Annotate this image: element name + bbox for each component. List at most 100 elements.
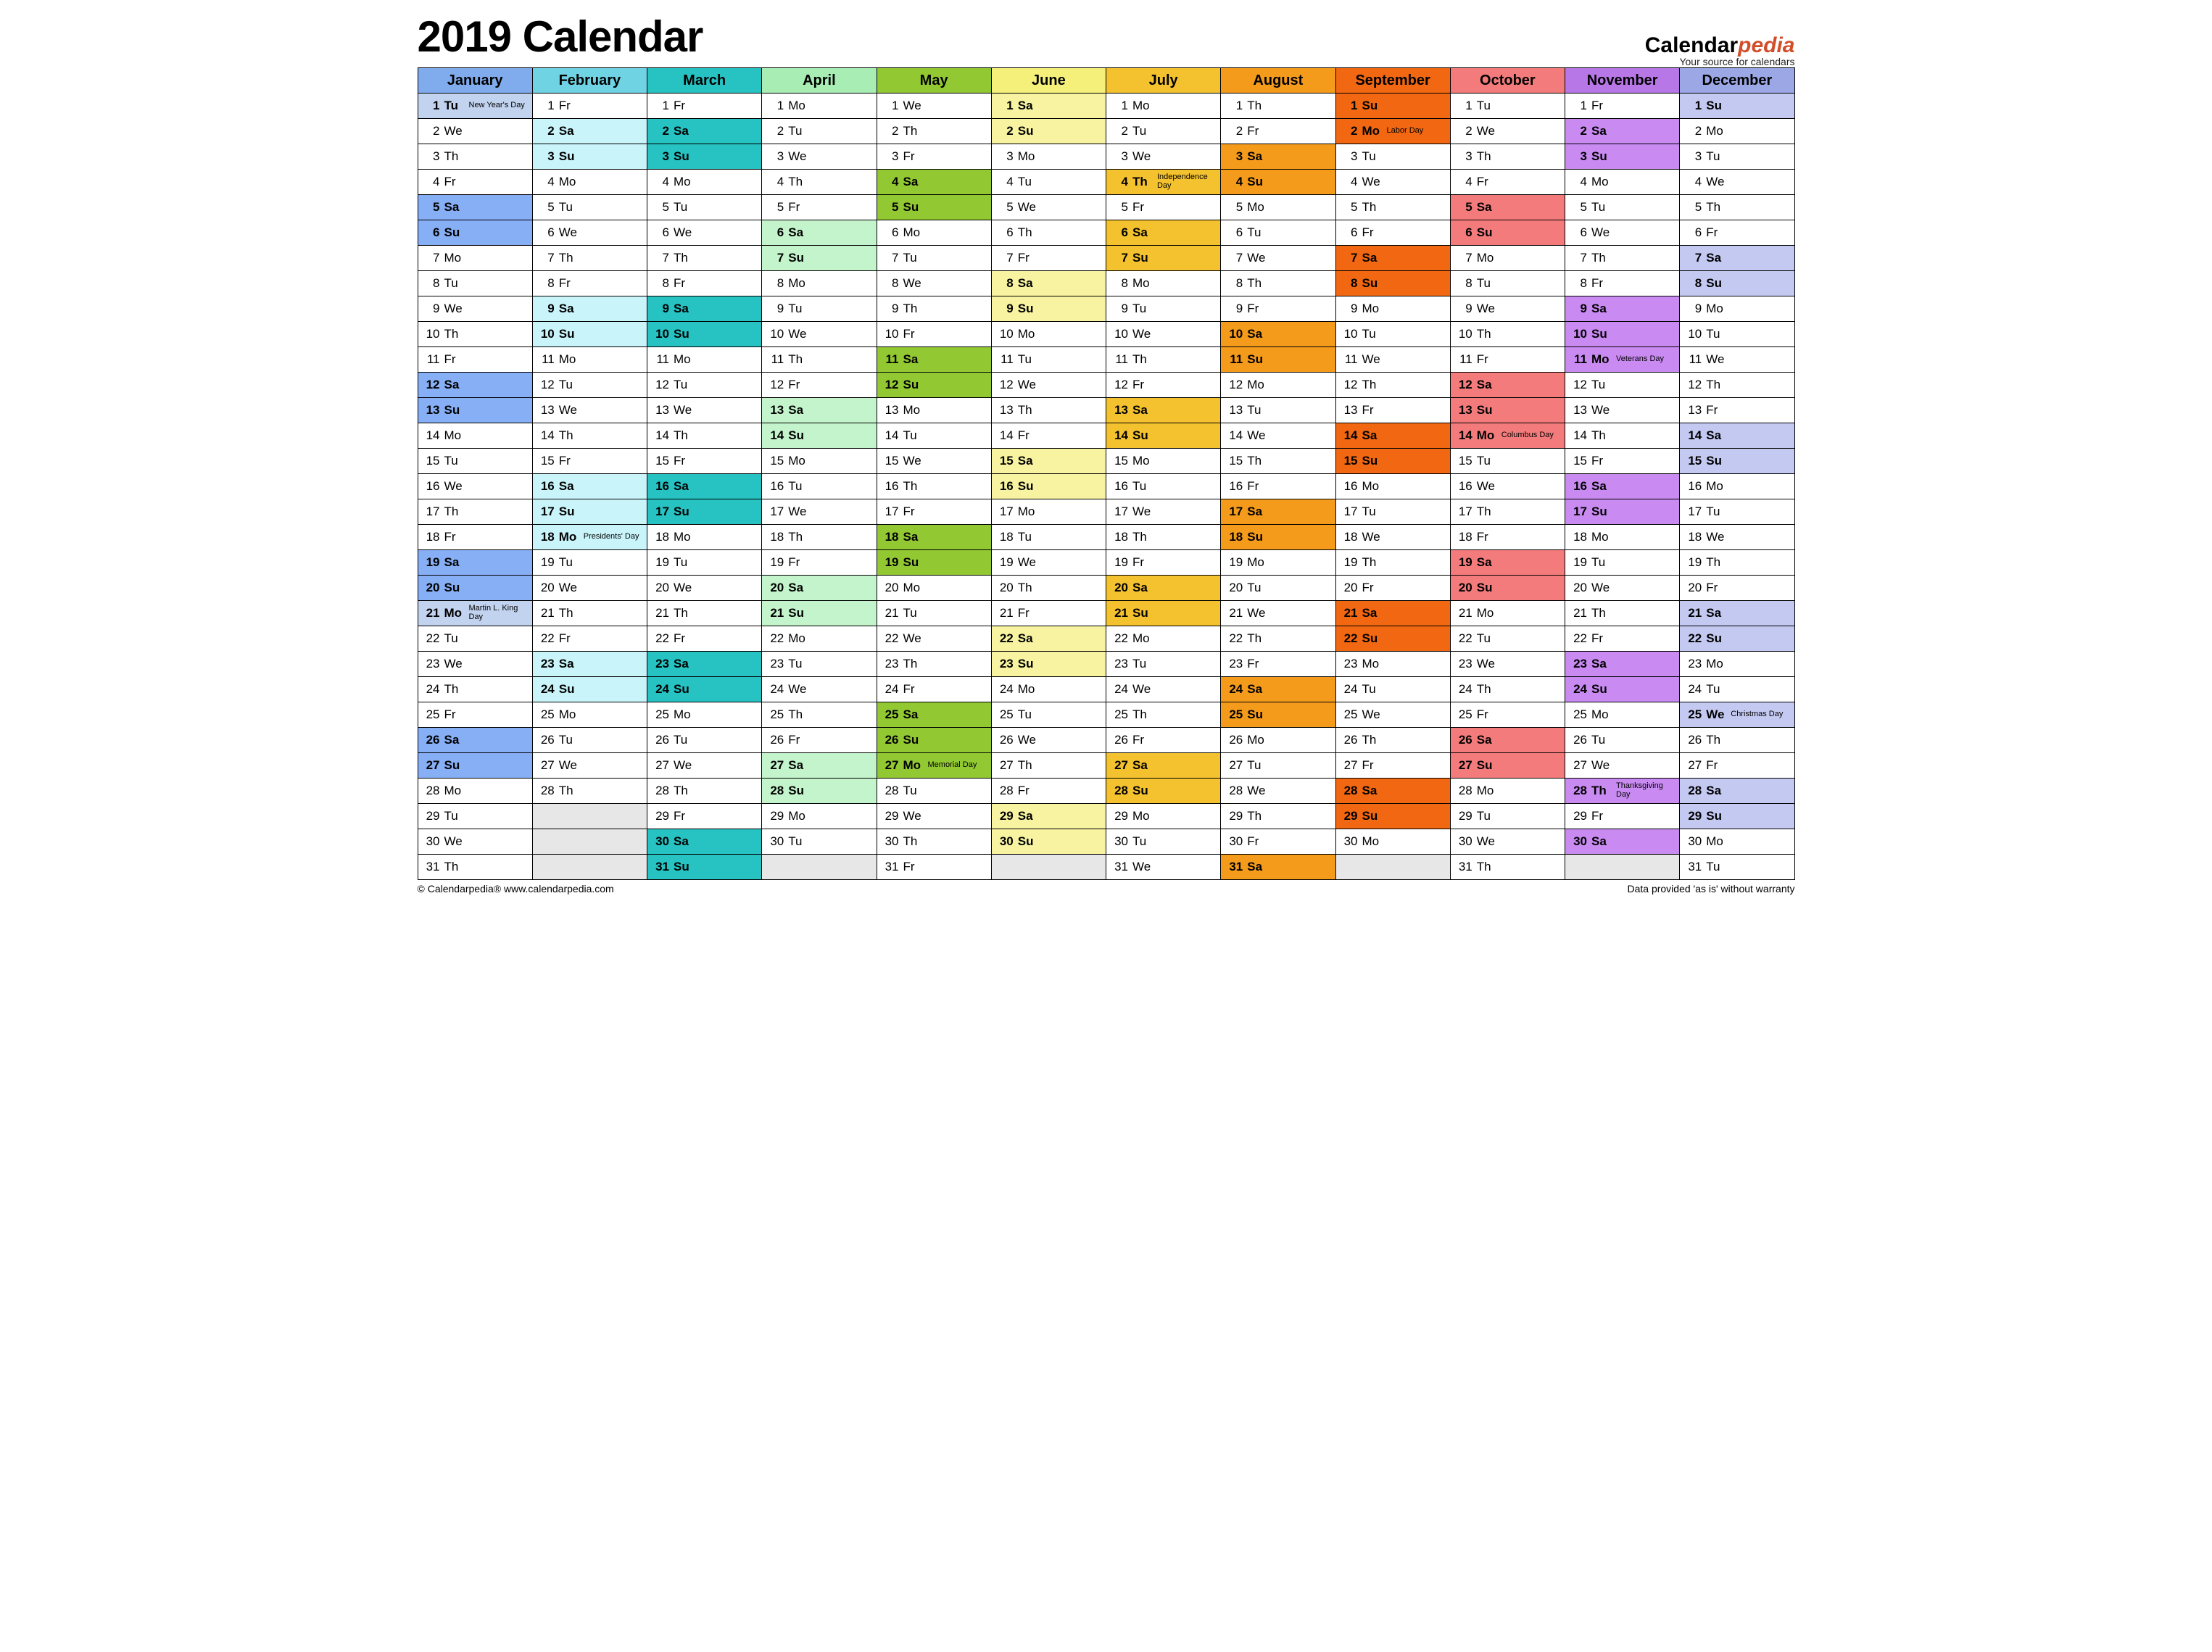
day-cell: 3We [1106, 144, 1221, 170]
day-cell: 20Th [991, 576, 1106, 601]
day-cell [532, 855, 647, 880]
day-number: 27 [992, 758, 1018, 773]
day-number: 12 [1106, 378, 1132, 392]
day-weekday: Fr [1477, 352, 1501, 367]
day-number: 30 [1451, 834, 1477, 849]
day-cell: 23Sa [532, 652, 647, 677]
day-weekday: Su [1362, 631, 1387, 646]
month-header-november: November [1565, 68, 1680, 94]
day-cell: 14Fr [991, 423, 1106, 449]
day-weekday: Fr [559, 454, 584, 468]
day-weekday: Sa [1706, 784, 1731, 798]
day-weekday: Tu [444, 454, 469, 468]
day-number: 30 [1336, 834, 1362, 849]
day-weekday: Su [1591, 505, 1616, 519]
day-cell: 27Th [991, 753, 1106, 779]
day-weekday: Mo [903, 403, 928, 418]
day-cell: 16Tu [1106, 474, 1221, 499]
day-cell: 9Sa [532, 296, 647, 322]
day-number: 30 [877, 834, 903, 849]
day-number: 28 [647, 784, 674, 798]
day-cell: 7Sa [1680, 246, 1794, 271]
day-number: 7 [533, 251, 559, 265]
day-holiday: Columbus Day [1501, 431, 1565, 440]
day-cell: 13Mo [877, 398, 991, 423]
day-cell: 24Th [418, 677, 532, 702]
day-number: 21 [533, 606, 559, 620]
day-number: 1 [1565, 99, 1591, 113]
day-weekday: We [903, 99, 928, 113]
day-weekday: Sa [1018, 99, 1043, 113]
day-number: 19 [762, 555, 788, 570]
day-cell: 11Th [762, 347, 877, 373]
day-number: 16 [1680, 479, 1706, 494]
day-weekday: Th [788, 707, 813, 722]
day-number: 17 [762, 505, 788, 519]
day-cell: 20Su [1450, 576, 1565, 601]
day-weekday: Sa [674, 657, 698, 671]
day-weekday: Su [1591, 327, 1616, 341]
day-weekday: Mo [1477, 606, 1501, 620]
day-cell: 11We [1335, 347, 1450, 373]
day-cell: 10We [1106, 322, 1221, 347]
month-header-december: December [1680, 68, 1794, 94]
day-number: 25 [1336, 707, 1362, 722]
day-weekday: Mo [1247, 733, 1272, 747]
day-weekday: Tu [1018, 707, 1043, 722]
day-weekday: We [444, 302, 469, 316]
day-cell: 22Su [1335, 626, 1450, 652]
day-weekday: Mo [1132, 276, 1157, 291]
day-number: 21 [1565, 606, 1591, 620]
day-weekday: Fr [1018, 428, 1043, 443]
day-weekday: Mo [903, 225, 928, 240]
day-cell: 7Su [1106, 246, 1221, 271]
day-number: 4 [762, 175, 788, 189]
day-number: 6 [992, 225, 1018, 240]
day-number: 5 [647, 200, 674, 215]
day-number: 26 [1565, 733, 1591, 747]
day-weekday: Mo [903, 581, 928, 595]
day-cell: 28Tu [877, 779, 991, 804]
day-number: 7 [762, 251, 788, 265]
day-weekday: Th [1362, 733, 1387, 747]
day-cell: 15Mo [1106, 449, 1221, 474]
day-weekday: Fr [1591, 631, 1616, 646]
day-cell: 3Su [1565, 144, 1680, 170]
day-cell: 20We [1565, 576, 1680, 601]
day-number: 27 [1565, 758, 1591, 773]
day-cell: 8Tu [1450, 271, 1565, 296]
day-weekday: Tu [674, 555, 698, 570]
day-cell: 5Mo [1221, 195, 1335, 220]
day-weekday: Th [674, 606, 698, 620]
day-weekday: Tu [674, 378, 698, 392]
day-cell: 9Th [877, 296, 991, 322]
day-weekday: Su [903, 555, 928, 570]
day-weekday: Th [903, 124, 928, 138]
day-cell: 29Tu [1450, 804, 1565, 829]
day-weekday: Su [1706, 99, 1731, 113]
day-cell: 2Su [991, 119, 1106, 144]
day-weekday: We [674, 403, 698, 418]
day-cell: 22Fr [532, 626, 647, 652]
day-cell: 18MoPresidents' Day [532, 525, 647, 550]
day-number: 23 [1336, 657, 1362, 671]
day-cell: 28We [1221, 779, 1335, 804]
day-cell: 10Su [532, 322, 647, 347]
day-holiday: Veterans Day [1616, 355, 1679, 364]
day-number: 7 [1106, 251, 1132, 265]
day-cell: 26Sa [418, 728, 532, 753]
day-cell: 5Tu [1565, 195, 1680, 220]
day-number: 8 [647, 276, 674, 291]
day-cell: 6Th [991, 220, 1106, 246]
day-cell: 28Th [647, 779, 762, 804]
day-number: 26 [1336, 733, 1362, 747]
day-number: 23 [1106, 657, 1132, 671]
day-cell: 3Tu [1335, 144, 1450, 170]
day-number: 16 [762, 479, 788, 494]
day-cell: 10Th [418, 322, 532, 347]
day-number: 14 [1565, 428, 1591, 443]
day-cell: 31Sa [1221, 855, 1335, 880]
day-weekday: Fr [1247, 479, 1272, 494]
day-cell: 25WeChristmas Day [1680, 702, 1794, 728]
day-weekday: Sa [788, 225, 813, 240]
